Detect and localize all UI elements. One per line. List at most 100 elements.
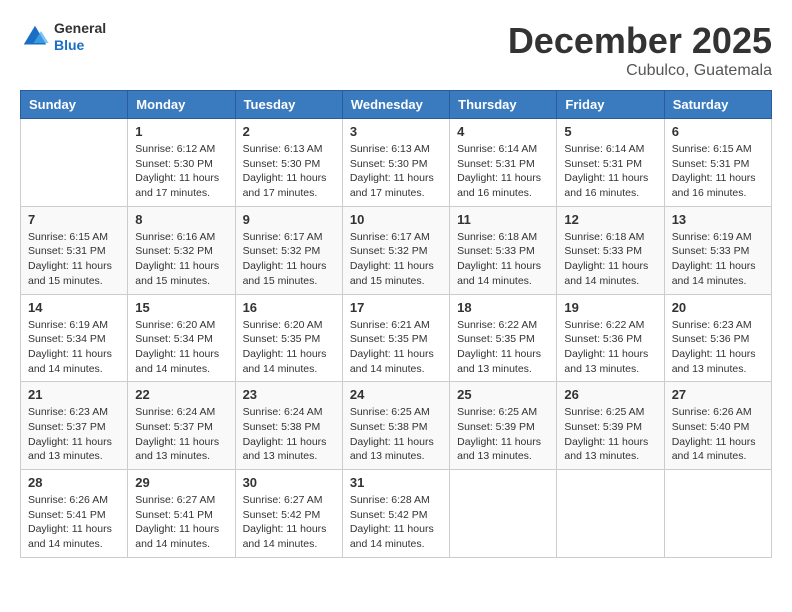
logo-icon [20, 22, 50, 52]
weekday-header: Sunday [21, 91, 128, 119]
weekday-header: Friday [557, 91, 664, 119]
calendar-cell: 13 Sunrise: 6:19 AMSunset: 5:33 PMDayligh… [664, 206, 771, 294]
day-info: Sunrise: 6:23 AMSunset: 5:36 PMDaylight:… [672, 318, 764, 377]
day-info: Sunrise: 6:13 AMSunset: 5:30 PMDaylight:… [243, 142, 335, 201]
day-number: 30 [243, 475, 335, 490]
calendar-cell: 27Sunrise: 6:26 AMSunset: 5:40 PMDayligh… [664, 382, 771, 470]
day-info: Sunrise: 6:28 AMSunset: 5:42 PMDaylight:… [350, 493, 442, 552]
day-info: Sunrise: 6:18 AMSunset: 5:33 PMDaylight:… [564, 230, 656, 289]
day-info: Sunrise: 6:15 AMSunset: 5:31 PMDaylight:… [672, 142, 764, 201]
calendar-cell: 10Sunrise: 6:17 AMSunset: 5:32 PMDayligh… [342, 206, 449, 294]
day-number: 10 [350, 212, 442, 227]
day-info: Sunrise: 6:19 AMSunset: 5:33 PMDaylight:… [672, 230, 764, 289]
calendar-cell: 29 Sunrise: 6:27 AMSunset: 5:41 PMDayligh… [128, 470, 235, 558]
calendar-cell: 7 Sunrise: 6:15 AMSunset: 5:31 PMDaylight… [21, 206, 128, 294]
day-info: Sunrise: 6:15 AMSunset: 5:31 PMDaylight:… [28, 230, 120, 289]
calendar-cell: 28 Sunrise: 6:26 AMSunset: 5:41 PMDayligh… [21, 470, 128, 558]
logo-text: General Blue [54, 20, 106, 54]
day-number: 17 [350, 300, 442, 315]
logo-blue: Blue [54, 37, 106, 54]
weekday-header: Monday [128, 91, 235, 119]
day-number: 26 [564, 387, 656, 402]
calendar-cell [21, 119, 128, 207]
calendar-cell: 17 Sunrise: 6:21 AMSunset: 5:35 PMDayligh… [342, 294, 449, 382]
day-info: Sunrise: 6:19 AMSunset: 5:34 PMDaylight:… [28, 318, 120, 377]
day-number: 25 [457, 387, 549, 402]
day-info: Sunrise: 6:22 AMSunset: 5:36 PMDaylight:… [564, 318, 656, 377]
day-info: Sunrise: 6:23 AMSunset: 5:37 PMDaylight:… [28, 405, 120, 464]
calendar-week-row: 21 Sunrise: 6:23 AMSunset: 5:37 PMDayligh… [21, 382, 772, 470]
day-info: Sunrise: 6:26 AMSunset: 5:40 PMDaylight:… [672, 405, 764, 464]
calendar-cell: 5 Sunrise: 6:14 AMSunset: 5:31 PMDaylight… [557, 119, 664, 207]
calendar-week-row: 14 Sunrise: 6:19 AMSunset: 5:34 PMDayligh… [21, 294, 772, 382]
calendar-cell [450, 470, 557, 558]
weekday-header: Wednesday [342, 91, 449, 119]
location: Cubulco, Guatemala [508, 62, 772, 80]
logo-general: General [54, 20, 106, 37]
day-info: Sunrise: 6:27 AMSunset: 5:41 PMDaylight:… [135, 493, 227, 552]
day-number: 5 [564, 124, 656, 139]
day-number: 23 [243, 387, 335, 402]
day-number: 28 [28, 475, 120, 490]
calendar-cell [557, 470, 664, 558]
day-number: 8 [135, 212, 227, 227]
day-number: 29 [135, 475, 227, 490]
day-number: 2 [243, 124, 335, 139]
day-info: Sunrise: 6:27 AMSunset: 5:42 PMDaylight:… [243, 493, 335, 552]
calendar-cell: 12Sunrise: 6:18 AMSunset: 5:33 PMDayligh… [557, 206, 664, 294]
calendar-cell: 1 Sunrise: 6:12 AMSunset: 5:30 PMDaylight… [128, 119, 235, 207]
calendar-cell: 16 Sunrise: 6:20 AMSunset: 5:35 PMDayligh… [235, 294, 342, 382]
day-number: 22 [135, 387, 227, 402]
month-title: December 2025 [508, 20, 772, 62]
calendar-cell: 22 Sunrise: 6:24 AMSunset: 5:37 PMDayligh… [128, 382, 235, 470]
calendar-cell: 6 Sunrise: 6:15 AMSunset: 5:31 PMDaylight… [664, 119, 771, 207]
calendar-cell: 18Sunrise: 6:22 AMSunset: 5:35 PMDayligh… [450, 294, 557, 382]
day-info: Sunrise: 6:22 AMSunset: 5:35 PMDaylight:… [457, 318, 549, 377]
day-info: Sunrise: 6:25 AMSunset: 5:39 PMDaylight:… [457, 405, 549, 464]
day-info: Sunrise: 6:14 AMSunset: 5:31 PMDaylight:… [457, 142, 549, 201]
calendar-cell: 23Sunrise: 6:24 AMSunset: 5:38 PMDayligh… [235, 382, 342, 470]
day-info: Sunrise: 6:26 AMSunset: 5:41 PMDaylight:… [28, 493, 120, 552]
day-info: Sunrise: 6:14 AMSunset: 5:31 PMDaylight:… [564, 142, 656, 201]
day-info: Sunrise: 6:18 AMSunset: 5:33 PMDaylight:… [457, 230, 549, 289]
day-number: 6 [672, 124, 764, 139]
day-number: 24 [350, 387, 442, 402]
calendar-cell: 4Sunrise: 6:14 AMSunset: 5:31 PMDaylight… [450, 119, 557, 207]
calendar-cell: 20 Sunrise: 6:23 AMSunset: 5:36 PMDayligh… [664, 294, 771, 382]
day-info: Sunrise: 6:17 AMSunset: 5:32 PMDaylight:… [243, 230, 335, 289]
day-number: 16 [243, 300, 335, 315]
day-info: Sunrise: 6:12 AMSunset: 5:30 PMDaylight:… [135, 142, 227, 201]
day-info: Sunrise: 6:21 AMSunset: 5:35 PMDaylight:… [350, 318, 442, 377]
day-number: 13 [672, 212, 764, 227]
calendar-cell: 9Sunrise: 6:17 AMSunset: 5:32 PMDaylight… [235, 206, 342, 294]
calendar-cell: 31 Sunrise: 6:28 AMSunset: 5:42 PMDayligh… [342, 470, 449, 558]
day-info: Sunrise: 6:16 AMSunset: 5:32 PMDaylight:… [135, 230, 227, 289]
calendar-cell: 30 Sunrise: 6:27 AMSunset: 5:42 PMDayligh… [235, 470, 342, 558]
weekday-header-row: SundayMondayTuesdayWednesdayThursdayFrid… [21, 91, 772, 119]
weekday-header: Saturday [664, 91, 771, 119]
calendar-cell: 8 Sunrise: 6:16 AMSunset: 5:32 PMDaylight… [128, 206, 235, 294]
calendar-week-row: 7 Sunrise: 6:15 AMSunset: 5:31 PMDaylight… [21, 206, 772, 294]
day-number: 1 [135, 124, 227, 139]
calendar-cell: 26Sunrise: 6:25 AMSunset: 5:39 PMDayligh… [557, 382, 664, 470]
calendar-week-row: 1 Sunrise: 6:12 AMSunset: 5:30 PMDaylight… [21, 119, 772, 207]
calendar-week-row: 28 Sunrise: 6:26 AMSunset: 5:41 PMDayligh… [21, 470, 772, 558]
day-number: 3 [350, 124, 442, 139]
calendar-cell: 19Sunrise: 6:22 AMSunset: 5:36 PMDayligh… [557, 294, 664, 382]
day-number: 14 [28, 300, 120, 315]
calendar-cell: 21 Sunrise: 6:23 AMSunset: 5:37 PMDayligh… [21, 382, 128, 470]
weekday-header: Thursday [450, 91, 557, 119]
calendar-cell: 24 Sunrise: 6:25 AMSunset: 5:38 PMDayligh… [342, 382, 449, 470]
day-number: 20 [672, 300, 764, 315]
day-number: 7 [28, 212, 120, 227]
day-number: 31 [350, 475, 442, 490]
day-info: Sunrise: 6:25 AMSunset: 5:38 PMDaylight:… [350, 405, 442, 464]
day-info: Sunrise: 6:20 AMSunset: 5:35 PMDaylight:… [243, 318, 335, 377]
day-number: 11 [457, 212, 549, 227]
calendar-cell: 14 Sunrise: 6:19 AMSunset: 5:34 PMDayligh… [21, 294, 128, 382]
day-info: Sunrise: 6:24 AMSunset: 5:37 PMDaylight:… [135, 405, 227, 464]
day-number: 15 [135, 300, 227, 315]
day-info: Sunrise: 6:13 AMSunset: 5:30 PMDaylight:… [350, 142, 442, 201]
calendar-table: SundayMondayTuesdayWednesdayThursdayFrid… [20, 90, 772, 558]
day-number: 21 [28, 387, 120, 402]
